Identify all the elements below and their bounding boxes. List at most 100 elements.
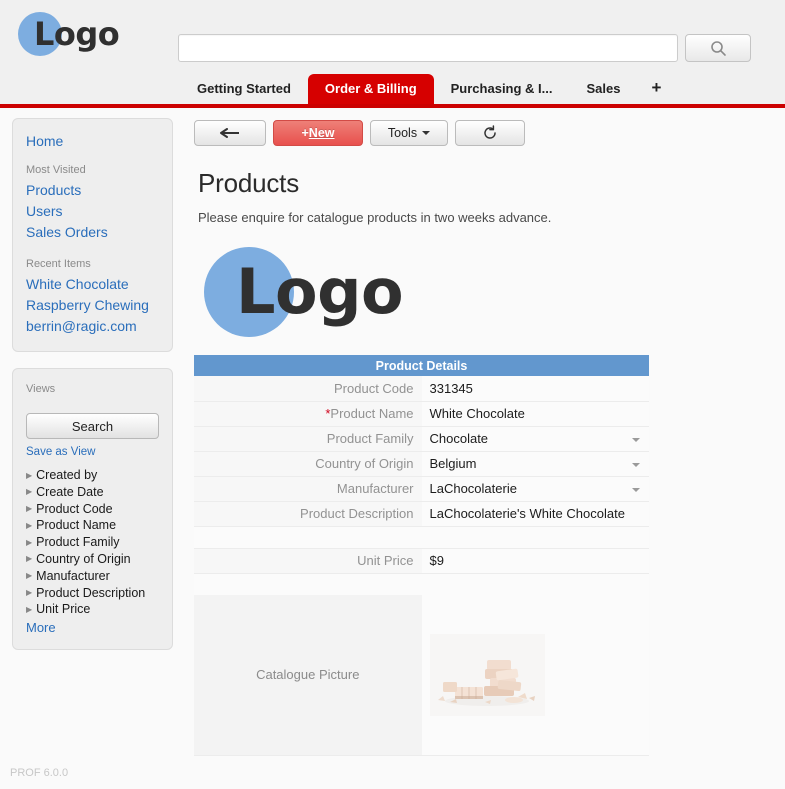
filter-field-label: Product Name [36,518,117,533]
table-section-header-row: Product Details [194,355,649,376]
chevron-down-icon [422,131,431,135]
sidebar-item-products[interactable]: Products [26,180,159,201]
tools-label: Tools [387,126,418,140]
sidebar-group-recent-items: Recent Items [26,258,91,270]
filter-field-create-date[interactable]: ▶ Create Date [26,484,159,501]
filter-field-product-name[interactable]: ▶ Product Name [26,517,159,534]
sidebar-item-home[interactable]: Home [26,131,159,152]
field-label-product-family: Product Family [194,426,422,452]
version-label: PROF 6.0.0 [10,767,69,779]
tab-sales[interactable]: Sales [570,74,638,104]
logo-text: Logo [34,15,120,53]
table-row-catalogue-picture: Catalogue Picture [194,595,649,756]
views-title: Views [26,383,56,395]
table-row-manufacturer: Manufacturer LaChocolaterie [194,476,649,502]
filter-field-label: Product Family [36,535,120,550]
field-label-manufacturer: Manufacturer [194,476,422,502]
sidebar-item-berrin-email[interactable]: berrin@ragic.com [26,316,159,337]
field-value-unit-price[interactable]: $9 [421,547,649,574]
save-as-view-link[interactable]: Save as View [26,446,95,458]
more-fields-link[interactable]: More [26,620,56,635]
table-row-product-name: *Product Name White Chocolate [194,401,649,427]
tab-getting-started[interactable]: Getting Started [180,74,308,104]
logo-text: Logo [236,255,404,328]
field-value-manufacturer[interactable]: LaChocolaterie [421,476,649,502]
sidebar: Home Most Visited Products Users Sales O… [0,108,185,789]
field-value-product-code[interactable]: 331345 [421,376,649,402]
add-tab-button[interactable]: + [637,74,675,104]
search-view-button[interactable]: Search [26,413,159,439]
filter-field-manufacturer[interactable]: ▶ Manufacturer [26,568,159,585]
filter-field-product-code[interactable]: ▶ Product Code [26,501,159,518]
new-record-button[interactable]: + New [273,120,363,146]
field-label-product-name: *Product Name [194,401,422,427]
spacer-cell-left-2 [194,573,422,595]
app-logo[interactable]: Logo [18,12,128,60]
sidebar-item-raspberry-chewing[interactable]: Raspberry Chewing [26,295,159,316]
spacer-cell-right [421,526,649,548]
table-row-country-of-origin: Country of Origin Belgium [194,451,649,477]
filter-field-country-of-origin[interactable]: ▶ Country of Origin [26,551,159,568]
chevron-right-icon: ▶ [26,588,33,598]
filter-field-product-family[interactable]: ▶ Product Family [26,534,159,551]
search-button[interactable] [685,34,751,62]
table-row-product-description: Product Description LaChocolaterie's Whi… [194,501,649,527]
field-label-product-description: Product Description [194,501,422,527]
table-spacer-row-2 [194,573,649,595]
product-details-table: Product Details Product Code 331345 *Pro… [194,355,649,756]
sidebar-item-users[interactable]: Users [26,201,159,222]
chevron-right-icon: ▶ [26,487,33,497]
chevron-right-icon: ▶ [26,554,33,564]
field-value-product-family[interactable]: Chocolate [421,426,649,452]
page-body: Home Most Visited Products Users Sales O… [0,108,785,789]
chevron-right-icon: ▶ [26,470,33,480]
chevron-down-icon[interactable] [632,437,640,442]
sidebar-item-white-chocolate[interactable]: White Chocolate [26,274,159,295]
spacer-cell-right-2 [421,573,649,595]
field-label-product-code: Product Code [194,376,422,402]
filter-field-label: Product Code [36,501,113,516]
chevron-down-icon[interactable] [632,462,640,467]
sidebar-item-sales-orders[interactable]: Sales Orders [26,222,159,243]
field-value-catalogue-picture[interactable] [421,595,649,756]
section-header-product-details: Product Details [194,355,649,376]
chevron-down-icon[interactable] [632,487,640,492]
field-label-unit-price: Unit Price [194,547,422,574]
chevron-right-icon: ▶ [26,520,33,530]
field-label-country-of-origin: Country of Origin [194,451,422,477]
filter-field-label: Created by [36,468,98,482]
main-content: + New Tools Products Please enquire for c… [185,108,785,789]
field-value-product-description[interactable]: LaChocolaterie's White Chocolate [421,501,649,527]
spacer-cell-left [194,526,422,548]
views-panel: Views Search Save as View ▶ Created by ▶ C… [12,368,173,651]
record-toolbar: + New Tools [194,120,785,146]
field-value-product-name[interactable]: White Chocolate [421,401,649,427]
tab-order-and-billing[interactable]: Order & Billing [307,74,434,104]
tab-purchasing[interactable]: Purchasing & I... [434,74,570,104]
field-value-country-of-origin[interactable]: Belgium [421,451,649,477]
page-subtitle: Please enquire for catalogue products in… [198,210,552,225]
filter-field-label: Product Description [36,585,146,600]
table-row-unit-price: Unit Price $9 [194,547,649,574]
filter-field-label: Unit Price [36,602,91,617]
chevron-right-icon: ▶ [26,537,33,547]
catalogue-picture-image[interactable] [429,633,545,716]
filter-field-created-by[interactable]: ▶ Created by [26,467,159,484]
back-button[interactable] [194,120,266,146]
sidebar-group-most-visited: Most Visited [26,164,86,176]
refresh-button[interactable] [455,120,525,146]
table-row-product-family: Product Family Chocolate [194,426,649,452]
sidebar-nav-panel: Home Most Visited Products Users Sales O… [12,118,173,352]
search-icon [710,40,726,56]
search-input[interactable] [178,34,678,62]
filter-field-unit-price[interactable]: ▶ Unit Price [26,601,159,618]
app-header: Logo [0,0,785,72]
filter-field-label: Create Date [36,484,104,499]
refresh-icon [484,125,496,139]
field-value-text: LaChocolaterie [429,481,517,496]
filter-field-product-description[interactable]: ▶ Product Description [26,585,159,602]
field-label-text: Product Name [330,406,414,421]
tab-list: Getting Started Order & Billing Purchasi… [180,72,675,104]
field-value-text: Belgium [429,456,477,471]
tools-menu-button[interactable]: Tools [370,120,448,146]
